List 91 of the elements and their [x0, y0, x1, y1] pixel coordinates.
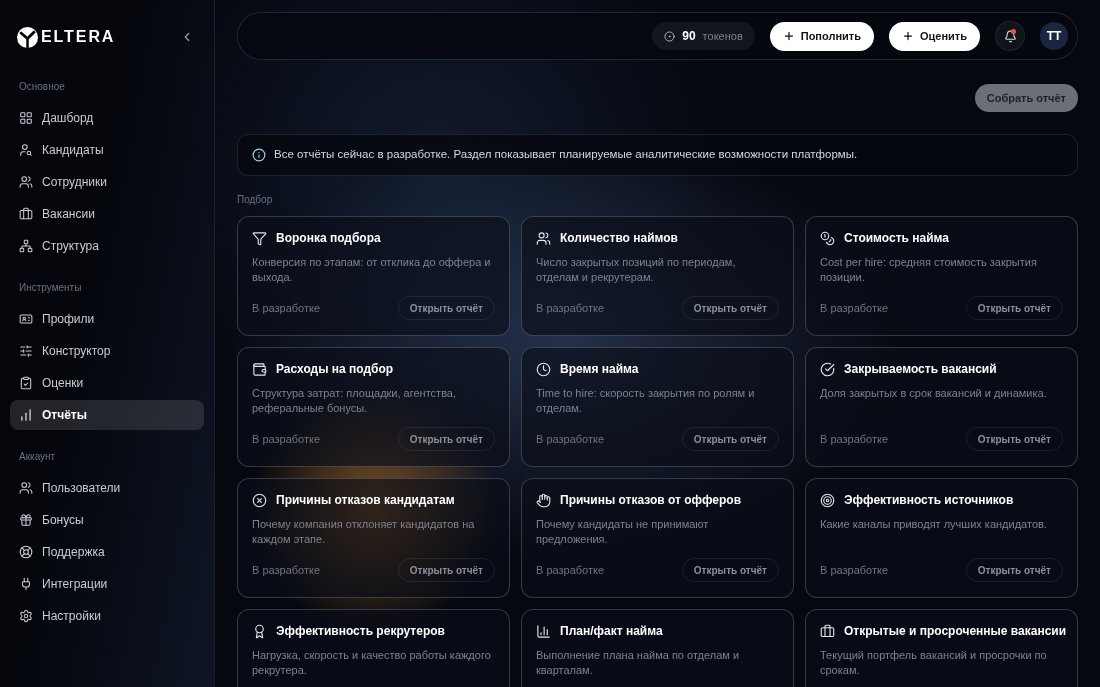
award-icon: [252, 623, 267, 639]
status-text: В разработке: [252, 431, 321, 447]
sidebar-item[interactable]: Сотрудники: [10, 167, 204, 197]
notice-text: Все отчёты сейчас в разработке. Раздел показывает планируемые аналитические возможности платформы.: [274, 147, 858, 163]
hierarchy-icon: [19, 239, 33, 253]
card-description: Почему компания отклоняет кандидатов на каждом этапе.: [252, 517, 476, 547]
card-title: Стоимость найма: [844, 230, 949, 247]
x-circle-icon: [252, 492, 267, 508]
card-title: Закрываемость вакансий: [844, 361, 997, 378]
sliders-icon: [19, 344, 33, 358]
bell-icon: [1003, 29, 1017, 43]
card-title: Причины отказов кандидатам: [276, 492, 455, 509]
wallet-icon: [252, 361, 267, 377]
sidebar-item[interactable]: Оценки: [10, 368, 204, 398]
check-circle-icon: [820, 361, 835, 377]
sidebar-item[interactable]: Интеграции: [10, 569, 204, 599]
users-icon: [536, 230, 551, 246]
funnel-icon: [252, 230, 267, 246]
status-text: В разработке: [820, 431, 889, 447]
status-text: В разработке: [252, 300, 321, 316]
sidebar-item[interactable]: Структура: [10, 231, 204, 261]
users-icon: [19, 481, 33, 495]
card-title: План/факт найма: [560, 623, 663, 640]
sidebar-item[interactable]: Кандидаты: [10, 135, 204, 165]
status-text: В разработке: [820, 562, 889, 578]
status-text: В разработке: [536, 300, 605, 316]
card-description: Cost per hire: средняя стоимость закрытия позиции.: [820, 255, 1038, 285]
clipboard-check-icon: [19, 376, 33, 390]
lifebuoy-icon: [19, 545, 33, 559]
status-text: В разработке: [536, 562, 605, 578]
card-description: Конверсия по этапам: от отклика до оффера и выхода.: [252, 255, 492, 285]
top-up-button[interactable]: Пополнить: [769, 21, 874, 51]
card-description: Доля закрытых в срок вакансий и динамика.: [820, 386, 1048, 401]
hand-icon: [536, 492, 551, 508]
card-description: Почему кандидаты не принимают предложения.: [536, 517, 710, 547]
id-card-icon: [19, 312, 33, 326]
sidebar-item[interactable]: Профили: [10, 304, 204, 334]
card-description: Структура затрат: площадки, агентства, реферальные бонусы.: [252, 386, 458, 416]
plus-icon: [902, 30, 914, 42]
section-label: Инструменты: [19, 282, 82, 293]
logo-icon: [17, 26, 38, 48]
evaluate-button[interactable]: Оценить: [889, 21, 980, 51]
grid-icon: [19, 111, 33, 125]
settings-icon: [19, 609, 33, 623]
sidebar-item[interactable]: Вакансии: [10, 199, 204, 229]
coins-icon: [820, 230, 835, 246]
card-title: Количество наймов: [560, 230, 678, 247]
clock-icon: [536, 361, 551, 377]
section-label: Основное: [19, 81, 65, 92]
card-description: Time to hire: скорость закрытия по ролям и отделам.: [536, 386, 756, 416]
sidebar-item[interactable]: Конструктор: [10, 336, 204, 366]
briefcase-icon: [19, 207, 33, 221]
target-icon: [820, 492, 835, 508]
section-label: Аккаунт: [19, 451, 56, 462]
gift-icon: [19, 513, 33, 527]
status-text: В разработке: [536, 431, 605, 447]
logo-text: ELTERA: [41, 27, 116, 47]
token-unit: токенов: [702, 28, 743, 44]
card-title: Расходы на подбор: [276, 361, 394, 378]
circle-dot-icon: [664, 30, 676, 42]
card-description: Какие каналы приводят лучших кандидатов.: [820, 517, 1048, 532]
card-title: Эффективность рекрутеров: [276, 623, 445, 640]
card-title: Эффективность источников: [844, 492, 1014, 509]
card-description: Текущий портфель вакансий и просрочки по срокам.: [820, 648, 1048, 678]
token-count: 90: [682, 28, 696, 45]
sidebar-item[interactable]: Пользователи: [10, 473, 204, 503]
status-text: В разработке: [252, 562, 321, 578]
users-icon: [19, 175, 33, 189]
briefcase-icon: [820, 623, 835, 639]
plug-icon: [19, 577, 33, 591]
card-description: Нагрузка, скорость и качество работы каждого рекрутера.: [252, 648, 492, 678]
sidebar-item[interactable]: Бонусы: [10, 505, 204, 535]
sidebar-item[interactable]: Дашборд: [10, 103, 204, 133]
card-title: Время найма: [560, 361, 639, 378]
plus-icon: [782, 30, 795, 42]
section-heading: Подбор: [237, 193, 274, 207]
card-description: Выполнение плана найма по отделам и кварталам.: [536, 648, 741, 678]
card-title: Причины отказов от офферов: [560, 492, 742, 509]
card-description: Число закрытых позиций по периодам, отделам и рекрутерам.: [536, 255, 737, 285]
sidebar-item[interactable]: Отчёты: [10, 400, 204, 430]
info-icon: [252, 148, 266, 162]
card-title: Открытые и просроченные вакансии: [844, 623, 1067, 640]
card-title: Воронка подбора: [276, 230, 381, 247]
notifications-button[interactable]: [995, 21, 1025, 51]
user-avatar[interactable]: ТТ: [1040, 22, 1068, 50]
user-search-icon: [19, 143, 33, 157]
sidebar-item[interactable]: Настройки: [10, 601, 204, 631]
sidebar-item[interactable]: Поддержка: [10, 537, 204, 567]
status-text: В разработке: [820, 300, 889, 316]
bar-chart-icon: [536, 623, 551, 639]
bar-chart-icon: [19, 408, 33, 422]
